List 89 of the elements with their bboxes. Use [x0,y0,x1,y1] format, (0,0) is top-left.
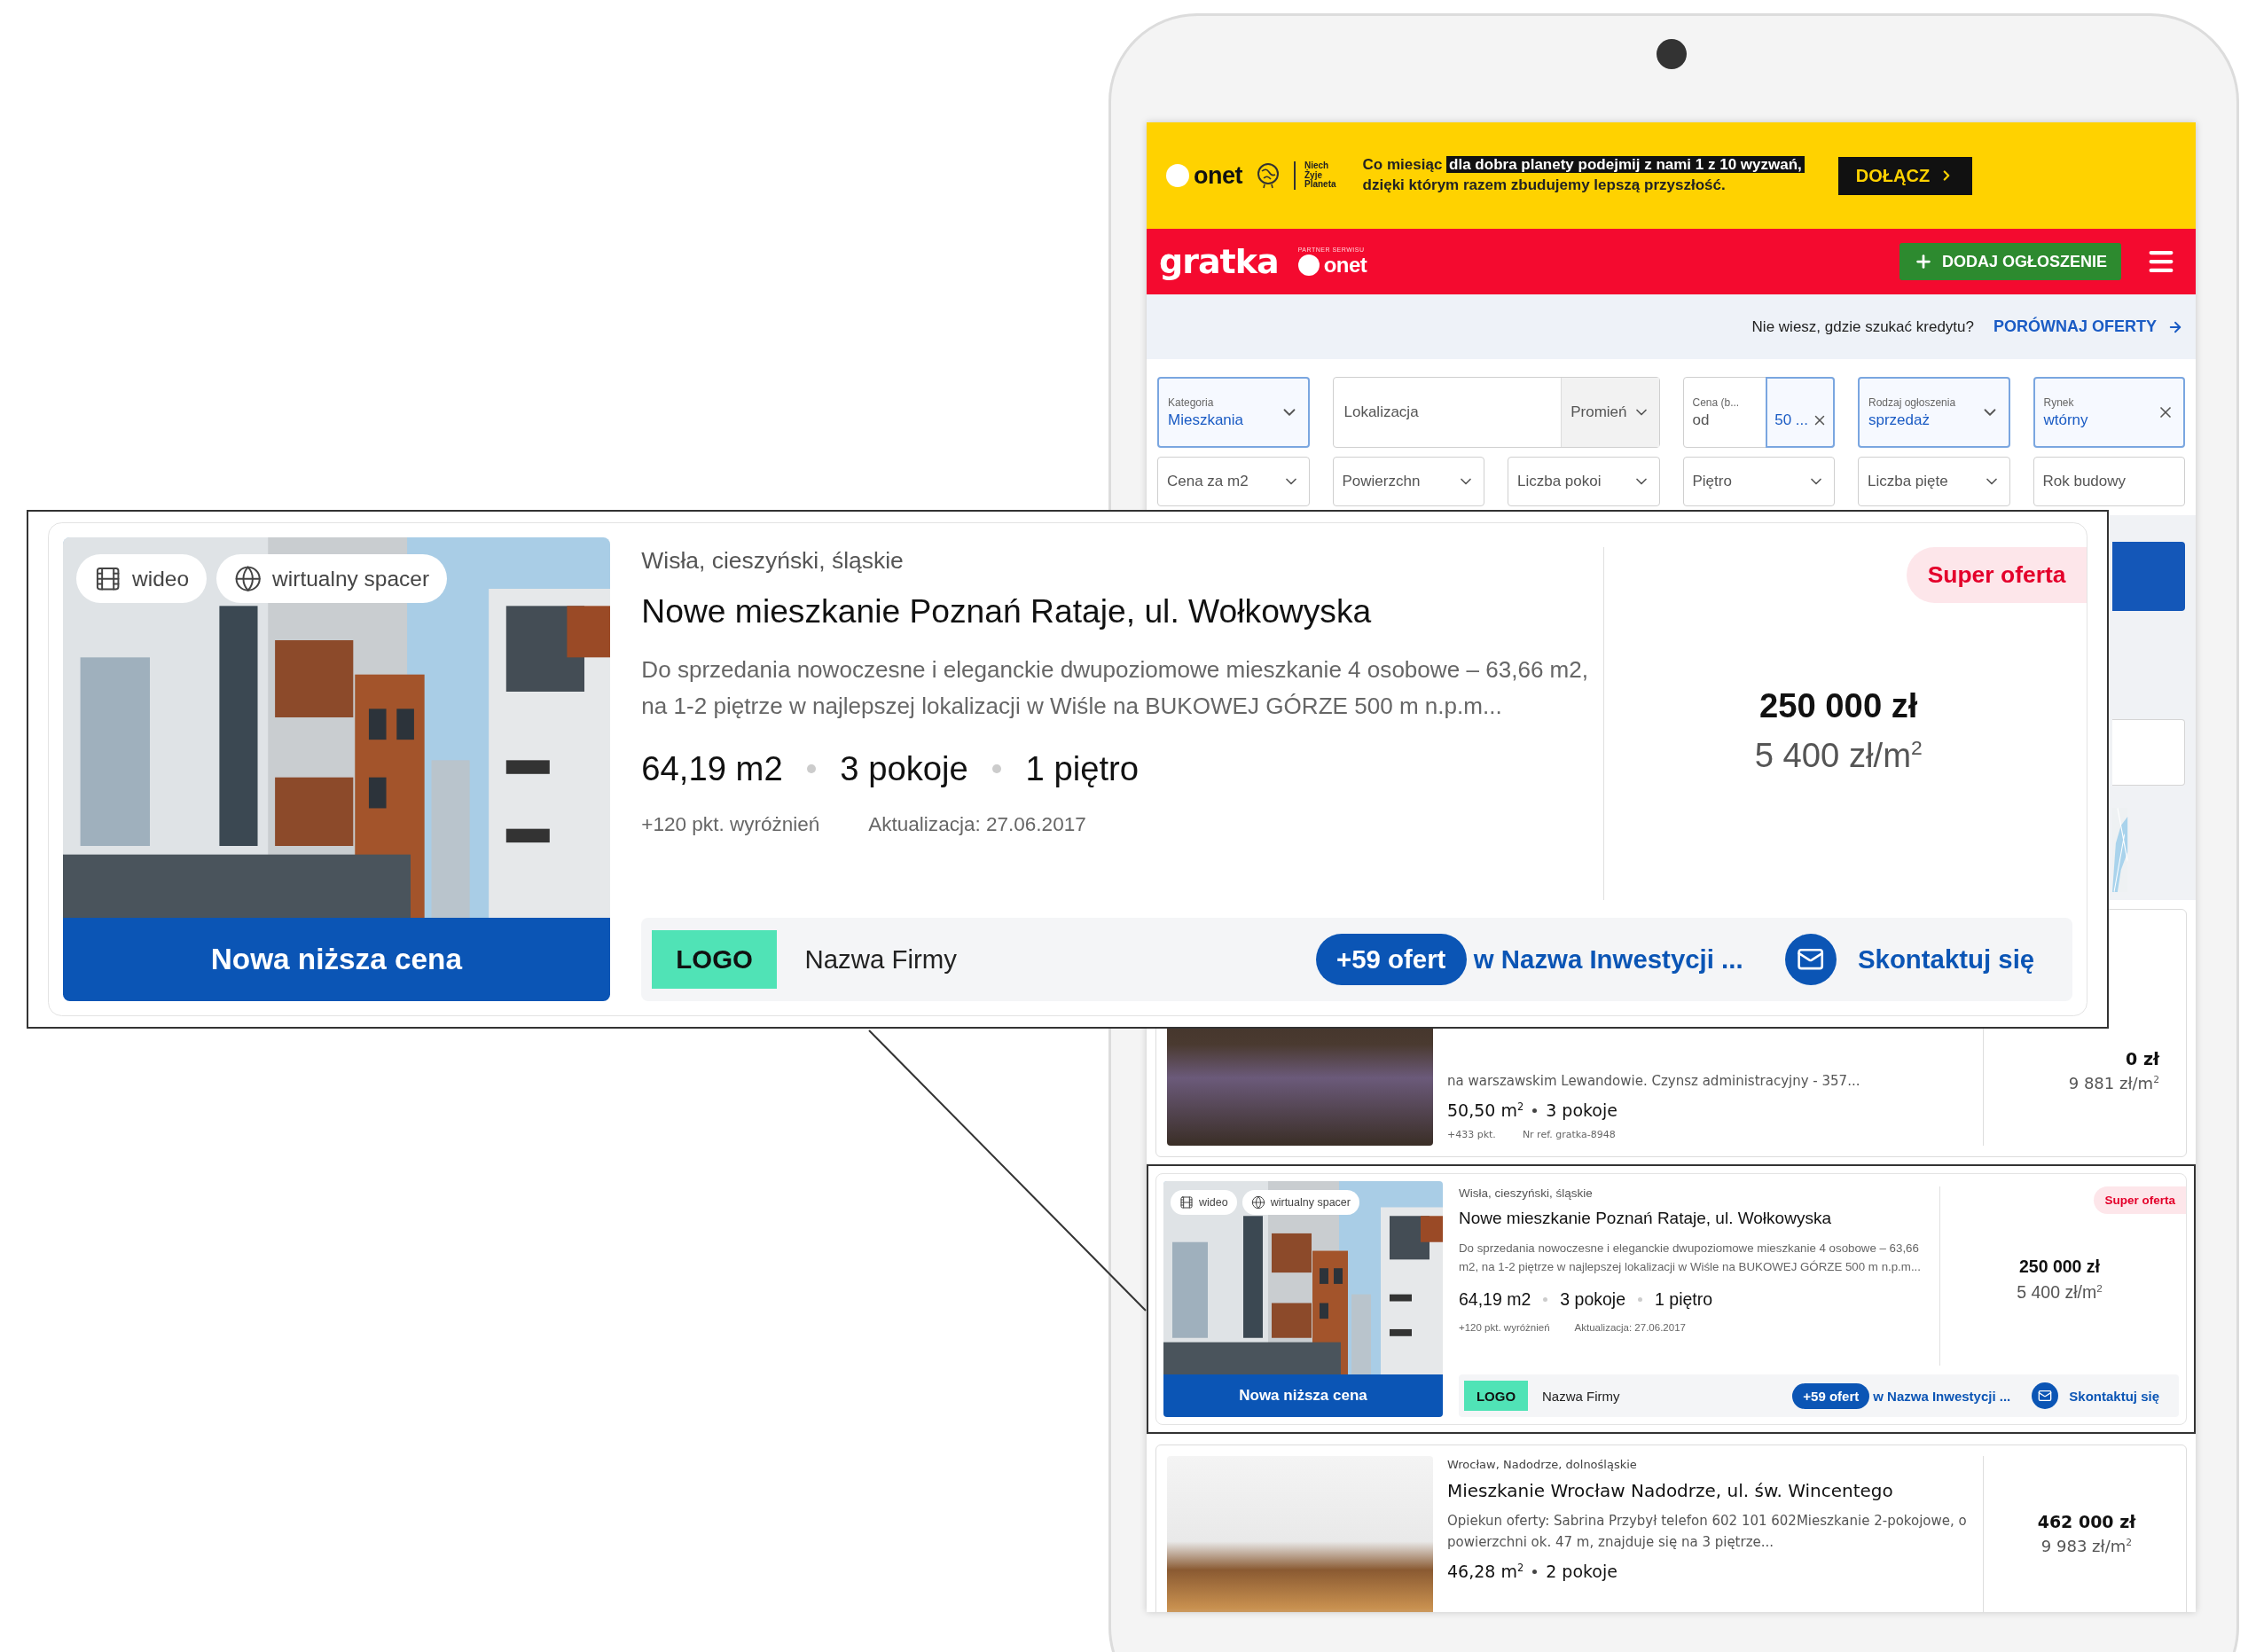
separator-dot-icon [1532,1569,1538,1574]
banner-message: Co miesiąc dla dobra planety podejmij z nami 1 z 10 wyzwań, dzięki którym razem zbudujemy lepszą przyszłość. [1362,155,1805,196]
update-date: Aktualizacja: 27.06.2017 [1574,1321,1686,1333]
listing-spec: 64,19 m2 [1459,1288,1531,1310]
virtual-tour-badge[interactable]: wirtualny spacer [1241,1190,1359,1215]
listing-description: Do sprzedania nowoczesne i eleganckie dwupoziomowe mieszkanie 4 osobowe – 63,66 m2, na 1-2 piętrze w najlepszej lokalizacji w Wiśle na BUKOWEJ GÓRZE 500 m n.p.m... [641,654,1590,722]
select-field[interactable]: Rodzaj ogłoszenia sprzedaż [1858,377,2010,448]
credit-question: Nie wiesz, gdzie szukać kredytu? [1751,317,1974,336]
listing-rooms: 3 pokoje [1546,1100,1617,1120]
globe-icon [234,565,262,593]
separator-dot-icon [992,764,1002,774]
select-field[interactable]: Cena za m2 [1157,457,1310,506]
listing-description: Opiekun oferty: Sabrina Przybył telefon 602 101 602Mieszkanie 2-pokojowe, o powierzchni ok. 47 m, znajduje się na 3 piętrze... [1447,1512,1968,1552]
listing-spec: 3 pokoje [840,749,968,789]
price-drop-banner: Nowa niższa cena [62,917,611,1001]
contact-link[interactable]: Skontaktuj się [1857,943,2035,975]
company-name: Nazwa Firmy [804,943,957,975]
price-per-m2: 5 400 zł/m$^{2}$ [2017,1281,2103,1303]
offers-count-link[interactable]: +59 ofert [1792,1382,1870,1409]
super-offer-tag: Super oferta [2094,1186,2186,1214]
price-per-m2: 5 400 zł/m$^{2}$ [1754,735,1923,775]
promotion-points: +120 pkt. wyróżnień [1459,1321,1550,1333]
select-field[interactable]: Liczba pokoi [1508,457,1660,506]
listing-area: 50,50 m$^{2}$ [1447,1100,1524,1120]
offers-count-link[interactable]: +59 ofert [1315,934,1467,985]
listing-area: 46,28 m$^{2}$ [1447,1562,1524,1581]
envelope-icon [2038,1389,2053,1403]
company-logo: LOGO [652,929,778,990]
separator-dot-icon [1532,1108,1538,1113]
listing-rooms: 2 pokoje [1546,1562,1617,1581]
promotion-points: +433 pkt. [1447,1129,1496,1140]
price-range-field[interactable]: Cena (b... od 50 ... [1682,377,1835,448]
listing-spec: 1 piętro [1655,1288,1713,1310]
select-field[interactable]: Piętro [1682,457,1835,506]
listing-spec: 64,19 m2 [641,749,783,789]
company-logo: LOGO [1464,1381,1528,1411]
listing-description: Do sprzedania nowoczesne i eleganckie dwupoziomowe mieszkanie 4 osobowe – 63,66 m2, na 1-2 piętrze w najlepszej lokalizacji w Wiśle na BUKOWEJ GÓRZE 500 m n.p.m... [1459,1241,1922,1276]
compare-offers-link[interactable]: PORÓWNAJ OFERTY [1993,317,2183,336]
listing-description: na warszawskim Lewandowie. Czynsz administracyjny - 357... [1447,1072,1861,1091]
globe-icon [1257,162,1280,189]
update-date: Aktualizacja: 27.06.2017 [868,812,1086,836]
camera-icon [1656,39,1687,69]
price-per-m2: 9 881 zł/m$^{2}$ [2068,1074,2159,1092]
site-logo: gratka [1159,242,1279,281]
video-badge[interactable]: wideo [1171,1190,1237,1215]
brand-logo: onet [1194,161,1242,190]
partner-logo: onet [1323,252,1367,278]
investment-link[interactable]: w Nazwa Inwestycji ... [1873,1388,2011,1404]
listing-title[interactable]: Nowe mieszkanie Poznań Rataje, ul. Wołkowyska [1459,1209,1939,1228]
add-listing-button[interactable]: DODAJ OGŁOSZENIE [1899,243,2121,280]
separator-dot-icon [1638,1296,1643,1302]
location-field[interactable]: Lokalizacja Promień [1332,377,1660,448]
price-drop-banner: Nowa niższa cena [1163,1374,1443,1417]
company-name: Nazwa Firmy [1542,1388,1620,1404]
separator-dot-icon [1543,1296,1548,1302]
investment-link[interactable]: w Nazwa Inwestycji ... [1473,943,1743,975]
join-button[interactable]: DOŁĄCZ [1837,156,1973,195]
circle-logo-icon [1297,254,1320,276]
campaign-logo: Niech Żyje Planeta [1294,161,1336,190]
listing-location: Wisła, cieszyński, śląskie [641,547,905,575]
select-field[interactable]: Kategoria Mieszkania [1157,377,1310,448]
contact-link[interactable]: Skontaktuj się [2069,1388,2159,1404]
listing-price: 0 zł [2126,1049,2159,1069]
select-field[interactable]: Rynek wtórny [2033,377,2185,448]
listing-spec: 1 piętro [1025,749,1139,789]
input-field[interactable]: Rok budowy [2033,457,2185,506]
listing-title[interactable]: Nowe mieszkanie Poznań Rataje, ul. Wołkowyska [641,592,1604,630]
listing-price: 250 000 zł [2018,1256,2101,1277]
listing-price: 250 000 zł [1759,686,1918,726]
listing-location: Wrocław, Nadodrze, dolnośląskie [1447,1458,1638,1471]
video-badge[interactable]: wideo [76,554,207,604]
price-per-m2: 9 983 zł/m$^{2}$ [2040,1536,2133,1555]
film-icon [1179,1195,1194,1210]
globe-icon [1250,1195,1265,1210]
listing-spec: 3 pokoje [1560,1288,1626,1310]
separator-dot-icon [807,764,816,774]
listing-title[interactable]: Mieszkanie Wrocław Nadodrze, ul. św. Wincentego [1447,1480,1969,1501]
select-field[interactable]: Liczba pięte [1858,457,2010,506]
circle-logo-icon [1166,164,1189,187]
select-field[interactable]: Powierzchn [1332,457,1484,506]
reference-number: Nr ref. gratka-8948 [1522,1129,1616,1140]
promotion-points: +120 pkt. wyróżnień [641,812,820,836]
mail-icon[interactable] [2032,1382,2059,1409]
listing-location: Wisła, cieszyński, śląskie [1459,1186,1594,1200]
virtual-tour-badge[interactable]: wirtualny spacer [216,554,447,604]
super-offer-tag: Super oferta [1907,547,2087,603]
input-field[interactable] [2112,719,2185,786]
radius-dropdown[interactable]: Promień [1561,378,1659,447]
listing-price: 462 000 zł [2037,1511,2136,1531]
